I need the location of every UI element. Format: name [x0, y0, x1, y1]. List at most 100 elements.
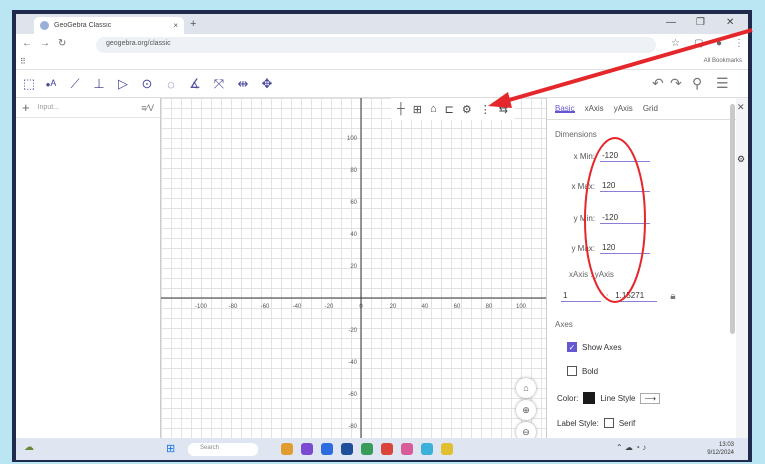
- show-axes-checkbox[interactable]: ✓: [567, 342, 577, 352]
- dimensions-heading: Dimensions: [555, 130, 597, 139]
- reload-icon[interactable]: ↻: [58, 38, 66, 49]
- settings-tabs: Basic xAxis yAxis Grid: [547, 98, 736, 120]
- toggle-style-bar-icon[interactable]: ⇆: [499, 103, 508, 116]
- menu-dots-icon[interactable]: ⋮: [734, 38, 744, 49]
- forward-icon[interactable]: →: [40, 38, 50, 49]
- algebra-input[interactable]: Input...: [38, 104, 134, 111]
- address-bar-row: ← → ↻ geogebra.org/classic ☆ ▢ ● ⋮: [16, 34, 748, 56]
- minimize-icon[interactable]: —: [666, 17, 676, 28]
- xmin-input[interactable]: -120: [600, 150, 650, 162]
- apps-grid-icon[interactable]: ⠿: [20, 57, 26, 66]
- taskbar-search[interactable]: Search: [188, 443, 258, 456]
- move-tool-icon[interactable]: ⬚: [20, 75, 38, 93]
- taskbar-app-icon[interactable]: [341, 443, 353, 455]
- tab-bar: GeoGebra Classic × + — ❐ ✕: [16, 14, 748, 34]
- graphics-settings-gear-icon[interactable]: ⚙: [462, 103, 472, 116]
- close-settings-icon[interactable]: ✕: [737, 102, 745, 113]
- coordinate-axes: -100 -80 -60 -40 -20 0 20 40 60 80 100 100 80 60 40 20 -…: [161, 98, 546, 438]
- taskbar-app-icon[interactable]: [321, 443, 333, 455]
- algebra-input-row[interactable]: + Input... ≡⁄V: [16, 98, 160, 118]
- x-tick-label: -40: [293, 304, 302, 310]
- undo-icon[interactable]: ↶: [652, 75, 664, 92]
- close-window-icon[interactable]: ✕: [726, 17, 734, 28]
- bookmark-star-icon[interactable]: ☆: [671, 38, 680, 49]
- serif-label: Serif: [618, 418, 636, 428]
- profile-icon[interactable]: ●: [716, 38, 722, 49]
- line-style-dropdown[interactable]: ⟶: [640, 392, 660, 404]
- bold-label: Bold: [582, 366, 599, 376]
- angle-tool-icon[interactable]: ∡: [186, 75, 204, 93]
- tab-xaxis[interactable]: xAxis: [585, 104, 604, 113]
- xmin-row: x Min: -120: [567, 150, 650, 162]
- zoom-out-icon[interactable]: ⊖: [516, 422, 536, 438]
- reflect-tool-icon[interactable]: ⤧: [210, 75, 228, 93]
- redo-icon[interactable]: ↷: [670, 75, 682, 92]
- serif-checkbox[interactable]: [603, 418, 614, 428]
- y-tick-label: -80: [348, 424, 357, 430]
- axes-toggle-icon[interactable]: ┼: [397, 103, 405, 115]
- settings-gear-icon[interactable]: ⚙: [737, 154, 745, 165]
- taskbar-app-icon[interactable]: [441, 443, 453, 455]
- ratio-y-input[interactable]: 1.15271: [613, 290, 658, 302]
- settings-scrollbar[interactable]: [730, 104, 735, 334]
- taskbar-app-icon[interactable]: [361, 443, 373, 455]
- url-field[interactable]: geogebra.org/classic: [96, 37, 656, 53]
- bold-checkbox[interactable]: [567, 366, 577, 376]
- system-tray-icon[interactable]: ⌃ ☁ ◔ ♪: [616, 443, 646, 452]
- zoom-in-icon[interactable]: ⊕: [516, 400, 536, 420]
- color-row: Color: Line Style ⟶: [557, 392, 660, 404]
- all-bookmarks-link[interactable]: All Bookmarks: [704, 58, 742, 64]
- browser-tab[interactable]: GeoGebra Classic ×: [34, 17, 184, 34]
- polygon-tool-icon[interactable]: ▷: [114, 75, 132, 93]
- circle-tool-icon[interactable]: ⊙: [138, 75, 156, 93]
- move-graphics-tool-icon[interactable]: ✥: [258, 75, 276, 93]
- taskbar-app-icon[interactable]: [421, 443, 433, 455]
- x-tick-label: -60: [261, 304, 270, 310]
- lock-icon[interactable]: 🔒︎: [670, 291, 675, 302]
- perpendicular-tool-icon[interactable]: ⊥: [90, 75, 108, 93]
- home-view-icon[interactable]: ⌂: [430, 103, 437, 115]
- y-tick-label: 80: [350, 168, 357, 174]
- line-tool-icon[interactable]: ⟋: [66, 75, 84, 93]
- axis-ratio-label: xAxis : yAxis: [569, 270, 614, 279]
- point-capturing-icon[interactable]: ⊏: [445, 103, 454, 116]
- maximize-icon[interactable]: ❐: [696, 17, 705, 28]
- grid-toggle-icon[interactable]: ⊞: [413, 103, 422, 116]
- tab-grid[interactable]: Grid: [643, 104, 658, 113]
- back-icon[interactable]: ←: [22, 38, 32, 49]
- close-tab-icon[interactable]: ×: [173, 21, 178, 30]
- axis-color-swatch[interactable]: [583, 392, 596, 404]
- add-item-icon[interactable]: +: [22, 100, 30, 115]
- slider-tool-icon[interactable]: ⇹: [234, 75, 252, 93]
- clock-date: 9/12/2024: [707, 450, 734, 456]
- point-tool-icon[interactable]: •ᴬ: [42, 75, 60, 93]
- tab-yaxis[interactable]: yAxis: [614, 104, 633, 113]
- conic-tool-icon[interactable]: ◌: [162, 75, 180, 93]
- x-tick-label: -100: [195, 304, 208, 310]
- graphics-view[interactable]: -100 -80 -60 -40 -20 0 20 40 60 80 100 100 80 60 40 20 -…: [161, 98, 546, 438]
- weather-widget-icon[interactable]: ☁: [24, 442, 34, 453]
- chrome-icon[interactable]: [381, 443, 393, 455]
- taskbar-app-icon[interactable]: [301, 443, 313, 455]
- tab-basic[interactable]: Basic: [555, 104, 575, 113]
- xmax-input[interactable]: 120: [600, 180, 650, 192]
- ymin-input[interactable]: -120: [600, 212, 650, 224]
- ratio-x-input[interactable]: 1: [561, 290, 601, 302]
- algebra-menu-icon[interactable]: ≡⁄V: [141, 103, 154, 113]
- more-options-icon[interactable]: ⋮: [480, 103, 491, 116]
- windows-start-icon[interactable]: ⊞: [166, 442, 175, 455]
- y-tick-label: -40: [348, 360, 357, 366]
- ymax-input[interactable]: 120: [600, 242, 650, 254]
- extensions-icon[interactable]: ▢: [694, 38, 703, 49]
- taskbar-app-icon[interactable]: [401, 443, 413, 455]
- show-axes-row: ✓ Show Axes: [567, 342, 622, 352]
- main-menu-icon[interactable]: ☰: [716, 75, 729, 92]
- standard-view-home-icon[interactable]: ⌂: [516, 378, 536, 398]
- new-tab-button[interactable]: +: [190, 18, 196, 30]
- search-icon[interactable]: ⚲: [692, 75, 702, 92]
- taskbar-app-icon[interactable]: [281, 443, 293, 455]
- clock-time: 13:03: [718, 442, 734, 448]
- x-tick-label: -20: [325, 304, 334, 310]
- bold-row: Bold: [567, 366, 598, 376]
- y-tick-label: 20: [350, 264, 357, 270]
